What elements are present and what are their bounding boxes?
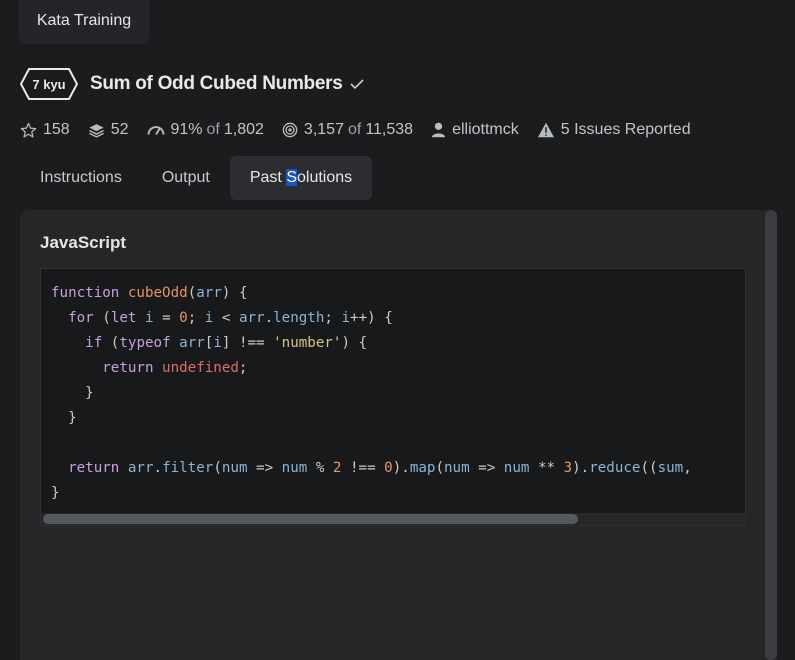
layers-icon xyxy=(88,123,104,138)
satisfaction-percent: 91% xyxy=(170,121,203,138)
issues-label: 5 Issues Reported xyxy=(560,121,691,138)
solution-language: JavaScript xyxy=(40,233,126,252)
completions-stat: 3,157 of 11,538 xyxy=(282,121,413,139)
user-icon xyxy=(432,122,446,138)
stars-stat[interactable]: 158 xyxy=(20,121,70,139)
solution-code: function cubeOdd(arr) { for (let i = 0; … xyxy=(51,281,692,506)
kata-training-button[interactable]: Kata Training xyxy=(18,0,150,44)
code-line: return undefined; xyxy=(102,360,248,376)
completed-count: 3,157 xyxy=(303,121,344,138)
attempted-count: 11,538 xyxy=(365,121,414,138)
panel-vertical-scrollbar[interactable] xyxy=(765,210,777,660)
code-line: } xyxy=(51,410,77,426)
satisfaction-of: of xyxy=(206,121,220,138)
issues-stat[interactable]: 5 Issues Reported xyxy=(537,121,691,139)
tab-output-label: Output xyxy=(161,169,210,186)
collections-stat[interactable]: 52 xyxy=(88,121,129,139)
check-icon xyxy=(350,78,365,90)
code-line: } xyxy=(51,385,94,401)
code-line: if (typeof arr[i] !== 'number') { xyxy=(85,335,368,351)
satisfaction-stat: 91% of 1,802 xyxy=(147,121,264,139)
completed-of: of xyxy=(347,121,362,138)
target-icon xyxy=(282,122,298,138)
kata-training-label: Kata Training xyxy=(36,12,132,29)
kata-tabs: Instructions Output Past Solutions xyxy=(20,156,373,200)
code-line: function cubeOdd(arr) { xyxy=(51,285,248,301)
code-line: return arr.filter(num => num % 2 !== 0).… xyxy=(68,460,692,476)
tab-instructions-label: Instructions xyxy=(40,169,122,186)
author-stat[interactable]: elliottmck xyxy=(431,121,519,139)
code-scrollbar-thumb[interactable] xyxy=(43,514,578,524)
code-line: for (let i = 0; i < arr.length; i++) { xyxy=(68,310,393,326)
code-block[interactable]: function cubeOdd(arr) { for (let i = 0; … xyxy=(40,268,746,526)
kata-title-row: 7 kyu Sum of Odd Cubed Numbers xyxy=(20,67,365,101)
kata-title: Sum of Odd Cubed Numbers xyxy=(90,73,343,94)
past-solutions-panel: JavaScript function cubeOdd(arr) { for (… xyxy=(20,210,777,660)
author-name: elliottmck xyxy=(452,121,519,138)
warning-icon xyxy=(537,122,554,138)
tab-past-solutions-label: Past Solutions xyxy=(249,169,353,186)
rank-label: 7 kyu xyxy=(32,76,66,92)
satisfaction-votes: 1,802 xyxy=(223,121,264,138)
code-horizontal-scrollbar[interactable] xyxy=(41,513,745,525)
collections-count: 52 xyxy=(110,121,129,138)
text-selection: S xyxy=(286,169,297,186)
satisfaction-icon xyxy=(147,126,164,135)
tab-instructions[interactable]: Instructions xyxy=(20,156,142,200)
code-line: } xyxy=(51,485,60,501)
kata-stats: 158 52 91% of 1,802 3,157 of 11,538 elli… xyxy=(20,119,709,141)
rank-badge: 7 kyu xyxy=(20,68,78,100)
stars-count: 158 xyxy=(43,121,70,138)
tab-output[interactable]: Output xyxy=(142,156,230,200)
star-icon xyxy=(20,122,37,138)
tab-past-solutions[interactable]: Past Solutions xyxy=(229,156,373,200)
